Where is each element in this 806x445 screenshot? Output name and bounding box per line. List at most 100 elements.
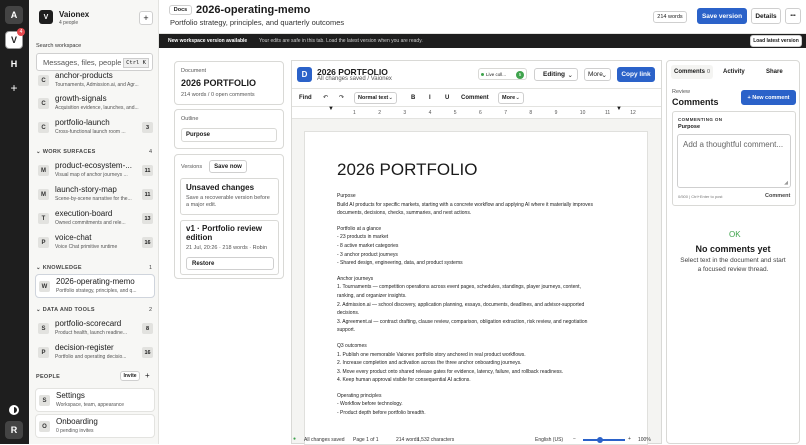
load-latest-button[interactable]: Load latest version [750, 35, 802, 47]
document-title: 2026 PORTFOLIO [181, 78, 257, 88]
ruler-tick: 4 [428, 110, 432, 116]
status-language[interactable]: English (US) [535, 437, 563, 443]
list-item-anchor-products-icon: C [38, 75, 49, 86]
list-item-anchor-products[interactable]: Canchor-products Tournaments, Admission.a… [35, 69, 155, 93]
workspace-name: Vaionex [59, 10, 90, 19]
list-item-portfolio-scorecard-count: 8 [142, 323, 153, 334]
doc-line: 2. Admission.ai — school discovery, appl… [337, 301, 585, 308]
list-item-portfolio-scorecard[interactable]: Sportfolio-scorecard Product health, laun… [35, 317, 155, 341]
settings-item[interactable]: S Settings Workspace, team, appearance [35, 388, 155, 412]
new-comment-button[interactable]: + New comment [741, 90, 796, 105]
bold-button[interactable]: B [411, 95, 415, 101]
restore-button[interactable]: Restore [186, 257, 274, 270]
user-avatar[interactable]: R [5, 421, 23, 439]
section-data-tools[interactable]: ⌄ DATA AND TOOLS [36, 307, 95, 313]
save-now-button[interactable]: Save now [209, 160, 247, 173]
italic-button[interactable]: I [429, 95, 431, 101]
list-item-portfolio-launch-sub: Cross-functional launch room ... [55, 129, 126, 135]
unsaved-text: Save a recoverable version before a majo… [186, 195, 270, 208]
zoom-in-button[interactable]: + [628, 436, 631, 442]
list-item-voice-chat[interactable]: Pvoice-chat Voice Chat primitive runtime 1… [35, 231, 155, 255]
list-item-portfolio-launch-icon: C [38, 122, 49, 133]
tab-comments[interactable]: Comments 0 [671, 65, 713, 79]
section-work-surfaces[interactable]: ⌄ WORK SURFACES [36, 149, 96, 155]
live-dot-icon [481, 73, 484, 76]
invite-button[interactable]: Invite [120, 371, 140, 381]
list-item-voice-chat-icon: P [38, 237, 49, 248]
section-knowledge[interactable]: ⌄ KNOWLEDGE [36, 265, 82, 271]
ruler-tick: 3 [403, 110, 407, 116]
onboarding-item[interactable]: O Onboarding 0 pending invites [35, 414, 155, 438]
ruler: ▼ ▼ 1 2 3 4 5 6 7 8 9 10 11 12 [292, 106, 661, 119]
theme-toggle-icon[interactable] [5, 401, 23, 419]
list-item-execution-board[interactable]: Texecution-board Owned commitments and re… [35, 207, 155, 231]
right-indent-marker[interactable]: ▼ [616, 106, 622, 112]
workspace-logo: V [39, 10, 53, 24]
zoom-slider-handle[interactable] [597, 437, 603, 443]
document-editor: D 2026 PORTFOLIO All changes saved / Vai… [291, 60, 662, 445]
rail-item-a[interactable]: A [5, 6, 23, 24]
mode-select[interactable]: Editing ⌄ [534, 68, 578, 81]
tab-activity[interactable]: Activity [723, 69, 745, 75]
document-page[interactable]: 2026 PORTFOLIO Purpose Build AI products … [304, 131, 648, 445]
status-page: Page 1 of 1 [353, 437, 379, 443]
live-collaborators[interactable]: Live coll... 5 [478, 68, 527, 80]
add-person-icon[interactable]: + [145, 371, 150, 380]
doc-section-title: Purpose [337, 193, 356, 199]
zoom-out-button[interactable]: − [573, 436, 576, 442]
comment-button[interactable]: Comment [461, 95, 489, 101]
save-version-button[interactable]: Save version [697, 8, 747, 24]
update-banner: New workspace version available Your edi… [159, 34, 806, 48]
list-item-decision-register-icon: P [38, 347, 49, 358]
list-item-product-ecosystem-...[interactable]: Mproduct-ecosystem-... Visual map of anch… [35, 159, 155, 183]
doc-line: - 8 active market categories [337, 242, 399, 249]
text-style-value: Normal text [358, 95, 389, 101]
list-item-2026-operating-memo-sub: Portfolio strategy, principles, and q... [56, 288, 137, 294]
document-info-card: Document 2026 PORTFOLIO 214 words / 0 op… [174, 61, 284, 105]
underline-button[interactable]: U [445, 95, 449, 101]
resize-handle-icon[interactable]: ◢ [784, 180, 788, 186]
doc-line: support. [337, 327, 356, 334]
rail-item-home[interactable]: H [5, 55, 23, 73]
document-label: Document [181, 68, 207, 74]
breadcrumb-docs[interactable]: Docs [169, 5, 192, 15]
list-item-decision-register[interactable]: Pdecision-register Portfolio and operatin… [35, 341, 155, 365]
list-item-anchor-products-title: anchor-products [55, 71, 113, 80]
list-item-portfolio-scorecard-icon: S [38, 323, 49, 334]
chevron-down-icon: ⌄ [567, 71, 573, 79]
document-meta: 214 words / 0 open comments [181, 92, 255, 98]
versions-label: Versions [181, 164, 203, 170]
unsaved-title: Unsaved changes [186, 183, 255, 192]
redo-icon[interactable]: ↷ [339, 94, 344, 101]
live-count: 5 [516, 70, 524, 79]
list-item-growth-signals[interactable]: Cgrowth-signals Acquisition evidence, lau… [35, 92, 155, 116]
status-bar: ● All changes saved Page 1 of 1 214 word… [291, 436, 662, 444]
list-item-launch-story-map-title: launch-story-map [55, 185, 117, 194]
toolbar-more-select[interactable]: More ⌄ [498, 92, 524, 104]
undo-icon[interactable]: ↶ [323, 94, 328, 101]
commenting-on-label: COMMENTING ON [678, 117, 723, 122]
details-button[interactable]: Details [751, 8, 781, 24]
more-options-button[interactable]: ••• [785, 8, 801, 24]
comment-textarea[interactable]: Add a thoughtful comment... ◢ [677, 134, 791, 188]
copy-link-button[interactable]: Copy link [617, 67, 655, 82]
outline-item-purpose[interactable]: Purpose [181, 128, 277, 142]
find-button[interactable]: Find [299, 95, 312, 101]
list-item-2026-operating-memo[interactable]: W 2026-operating-memo Portfolio strategy, … [35, 274, 155, 298]
post-comment-button[interactable]: Comment [765, 193, 790, 199]
formatting-toolbar: Find ↶ ↷ Normal text ⌄ B I U Comment More… [292, 89, 661, 107]
editor-more-select[interactable]: More ⌄ [584, 68, 611, 81]
ruler-tick: 11 [605, 110, 611, 116]
left-indent-marker[interactable]: ▼ [328, 106, 334, 112]
status-saved: All changes saved [304, 437, 345, 443]
add-workspace-button[interactable]: + [5, 79, 23, 97]
new-item-button[interactable]: + [139, 11, 153, 25]
tab-share[interactable]: Share [766, 69, 783, 75]
knowledge-count: 1 [148, 265, 152, 271]
list-item-portfolio-launch[interactable]: Cportfolio-launch Cross-functional launch… [35, 116, 155, 140]
page-subtitle: Portfolio strategy, principles, and quar… [170, 18, 345, 27]
text-style-select[interactable]: Normal text ⌄ [354, 92, 397, 104]
doc-line: decisions. [337, 310, 360, 317]
zoom-slider[interactable] [583, 439, 625, 441]
list-item-launch-story-map[interactable]: Mlaunch-story-map Scene-by-scene narrativ… [35, 183, 155, 207]
